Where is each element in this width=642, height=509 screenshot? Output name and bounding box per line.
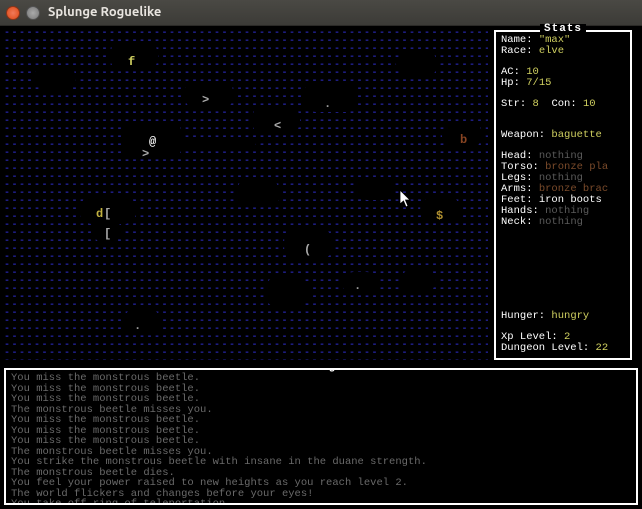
- stat-str-con: Str: 8 Con: 10: [501, 99, 625, 110]
- map-entity: d: [96, 208, 103, 220]
- stat-hp: Hp: 7/15: [501, 78, 625, 89]
- map-entity: [: [104, 228, 111, 240]
- message-line: You miss the monstrous beetle.: [11, 394, 631, 405]
- map-entity: >: [142, 148, 149, 160]
- map-room: [356, 178, 394, 200]
- stats-title: Stats: [540, 24, 586, 35]
- map-entity: .: [134, 320, 141, 332]
- map-entity: [: [104, 208, 111, 220]
- map-room: [396, 52, 438, 76]
- minimize-icon[interactable]: [26, 6, 40, 20]
- map-entity: b: [460, 134, 467, 146]
- game-viewport[interactable]: ----------------------------------------…: [0, 26, 642, 509]
- map-entity: $: [436, 210, 443, 222]
- map-entity: .: [354, 280, 361, 292]
- map-corridor: [180, 138, 256, 146]
- message-line: You miss the monstrous beetle.: [11, 373, 631, 384]
- messages-panel: Messages You miss the monstrous beetle. Y…: [4, 368, 638, 505]
- message-line: You strike the monstrous beetle with ins…: [11, 457, 631, 468]
- message-line: You miss the monstrous beetle.: [11, 415, 631, 426]
- map-room: [122, 310, 162, 334]
- map-room: [34, 66, 76, 90]
- window-title: Splunge Roguelike: [48, 6, 161, 19]
- map-entity: >: [202, 94, 209, 106]
- stat-race: Race: elve: [501, 46, 625, 57]
- map-entity: (: [304, 244, 311, 256]
- message-line: You take off ring of teleportation.: [11, 499, 631, 505]
- map-entity: f: [128, 56, 135, 68]
- dungeon-map[interactable]: ----------------------------------------…: [4, 30, 488, 360]
- close-icon[interactable]: [6, 6, 20, 20]
- stat-weapon: Weapon: baguette: [501, 130, 625, 141]
- window-buttons: [6, 6, 40, 20]
- message-line: You miss the monstrous beetle.: [11, 436, 631, 447]
- map-room: [264, 278, 310, 306]
- map-room: [236, 180, 280, 206]
- stat-hunger: Hunger: hungry: [501, 311, 625, 322]
- map-entity: .: [324, 98, 331, 110]
- map-entity: <: [274, 120, 281, 132]
- stat-dungeon: Dungeon Level: 22: [501, 343, 625, 354]
- messages-title: Messages: [287, 368, 356, 373]
- message-line: You feel your power raised to new height…: [11, 478, 631, 489]
- map-entity: @: [149, 136, 156, 148]
- map-room: [400, 270, 436, 292]
- slot-neck: Neck: nothing: [501, 217, 625, 228]
- stats-panel: Stats Name: "max" Race: elve AC: 10 Hp: …: [494, 30, 632, 360]
